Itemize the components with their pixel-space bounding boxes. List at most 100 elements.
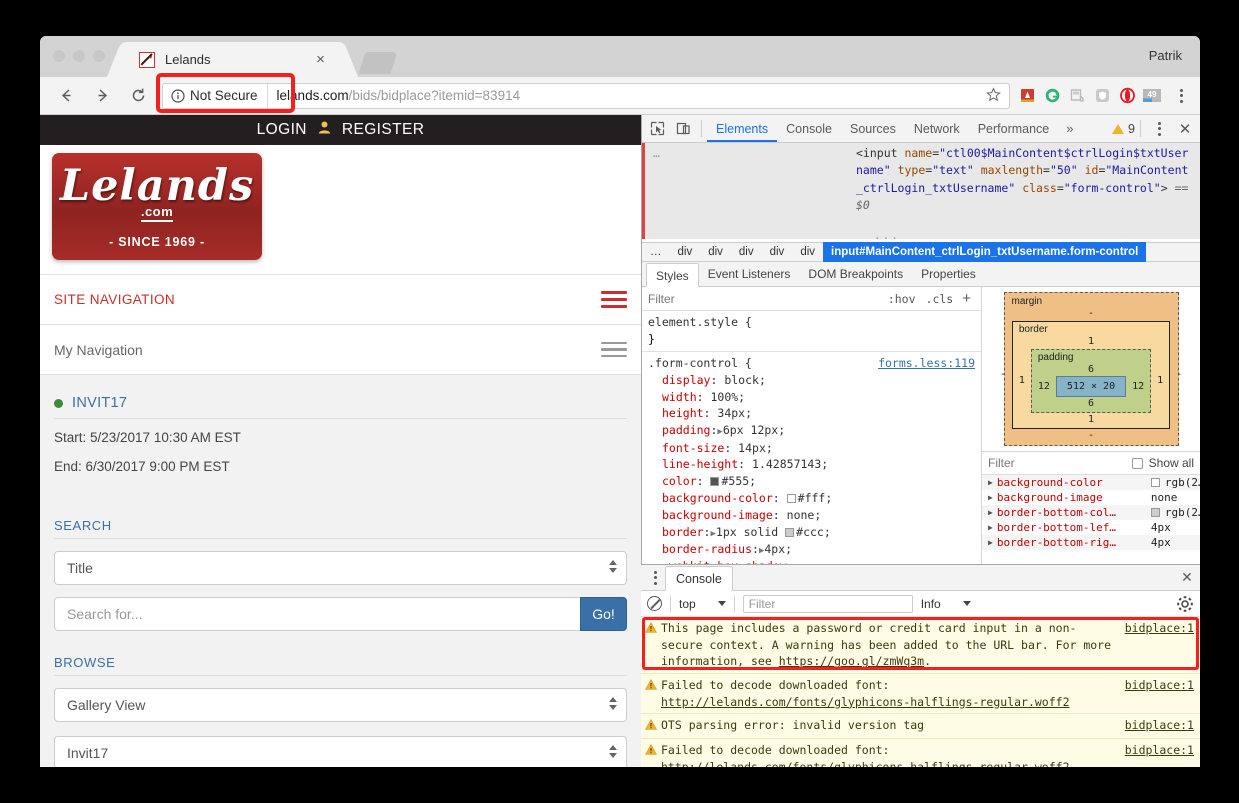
box-model-padding[interactable]: padding 6 12 512 × 20 12 6	[1030, 349, 1152, 413]
profile-name[interactable]: Patrik	[1149, 48, 1182, 63]
color-swatch[interactable]	[785, 528, 795, 538]
tab-close-icon[interactable]: ×	[313, 52, 328, 67]
devtools-tab-performance[interactable]: Performance	[969, 115, 1059, 142]
screenshot-icon[interactable]	[1066, 85, 1088, 107]
color-swatch[interactable]	[710, 477, 720, 487]
subtab-dom-breakpoints[interactable]: DOM Breakpoints	[799, 262, 912, 286]
message-link[interactable]: http://lelands.com/fonts/glyphicons-half…	[661, 695, 1070, 709]
console-message-source[interactable]: bidplace:1	[1125, 717, 1194, 735]
drawer-close-icon[interactable]: ✕	[1174, 565, 1200, 590]
css-rule-element-style[interactable]: element.style { }	[642, 314, 981, 348]
devtools-close-icon[interactable]: ✕	[1172, 116, 1198, 142]
devtools-tab-console[interactable]: Console	[777, 115, 841, 142]
console-message-source[interactable]: bidplace:1	[1125, 677, 1194, 710]
back-button[interactable]	[52, 82, 80, 110]
css-prop[interactable]: border:▶1px solid #ccc;	[648, 524, 975, 541]
cls-toggle[interactable]: .cls	[921, 292, 959, 306]
padding-right-value[interactable]: 12	[1132, 381, 1144, 392]
device-toolbar-icon[interactable]	[670, 116, 696, 142]
address-bar[interactable]: Not Secure lelands.com/bids/bidplace?ite…	[156, 72, 1010, 113]
browse-auction-select[interactable]: Invit17	[54, 735, 627, 767]
register-link[interactable]: REGISTER	[342, 121, 424, 139]
padding-top-value[interactable]: 6	[1038, 363, 1144, 376]
console-message-source[interactable]: bidplace:1	[1125, 742, 1194, 767]
browse-view-select[interactable]: Gallery View	[54, 687, 627, 722]
computed-filter-input[interactable]: Filter	[988, 456, 1126, 470]
forward-button[interactable]	[88, 82, 116, 110]
browser-menu-icon[interactable]	[1170, 83, 1192, 109]
computed-row[interactable]: ▶ border-bottom-lef… 4px	[982, 520, 1200, 535]
css-prop[interactable]: height: 34px;	[648, 405, 975, 422]
search-field-select[interactable]: Title	[54, 550, 627, 585]
console-message[interactable]: This page includes a password or credit …	[641, 617, 1200, 675]
counter-badge-icon[interactable]: 49	[1141, 85, 1163, 107]
expand-arrow-icon[interactable]: ▶	[988, 493, 993, 502]
inspect-cursor-icon[interactable]	[644, 116, 670, 142]
security-indicator-wrap[interactable]: Not Secure	[156, 72, 295, 113]
css-prop[interactable]: font-size: 14px;	[648, 440, 975, 457]
hamburger-icon[interactable]	[601, 291, 627, 308]
margin-top-value[interactable]: -	[1012, 307, 1171, 320]
breadcrumb-item[interactable]: div	[731, 242, 762, 262]
subtab-styles[interactable]: Styles	[646, 263, 699, 287]
not-secure-badge[interactable]: Not Secure	[163, 83, 268, 108]
css-source-link[interactable]: forms.less:119	[878, 355, 975, 372]
window-controls[interactable]	[53, 50, 105, 62]
auction-name[interactable]: INVIT17	[72, 395, 127, 411]
hamburger-icon[interactable]	[601, 341, 627, 358]
maximize-window-button[interactable]	[93, 50, 105, 62]
new-tab-button[interactable]	[358, 52, 398, 74]
search-input[interactable]	[54, 596, 580, 631]
dom-tree[interactable]: … <input name="ctl00$MainContent$ctrlLog…	[642, 143, 1200, 242]
devtools-tab-elements[interactable]: Elements	[707, 115, 778, 142]
css-prop[interactable]: color: #555;	[648, 473, 975, 490]
console-message-source[interactable]: bidplace:1	[1125, 620, 1194, 670]
css-prop[interactable]: padding:▶6px 12px;	[648, 422, 975, 439]
login-link[interactable]: LOGIN	[257, 121, 307, 139]
color-swatch[interactable]	[1150, 478, 1160, 487]
margin-right-value[interactable]: -	[1176, 369, 1182, 380]
clear-console-icon[interactable]	[647, 596, 662, 611]
subtab-properties[interactable]: Properties	[912, 262, 985, 286]
shield-icon[interactable]	[1091, 85, 1113, 107]
expand-arrow-icon[interactable]: ▶	[988, 478, 993, 487]
console-level-select[interactable]: Info	[921, 597, 971, 611]
color-swatch[interactable]	[786, 494, 796, 504]
computed-row[interactable]: ▶ border-bottom-rig… 4px	[982, 535, 1200, 550]
border-top-value[interactable]: 1	[1019, 335, 1163, 348]
lelands-logo[interactable]: Lelands .com - SINCE 1969 -	[52, 153, 262, 260]
hov-toggle[interactable]: :hov	[883, 292, 921, 306]
devtools-menu-icon[interactable]	[1149, 121, 1169, 136]
devtools-tab-network[interactable]: Network	[905, 115, 969, 142]
margin-left-value[interactable]: -	[1000, 369, 1006, 380]
padding-left-value[interactable]: 12	[1038, 381, 1050, 392]
styles-filter-input[interactable]: Filter	[648, 292, 883, 306]
breadcrumb-item[interactable]: div	[762, 242, 793, 262]
expand-arrow-icon[interactable]: ▶	[988, 523, 993, 532]
css-prop[interactable]: background-image: none;	[648, 507, 975, 524]
breadcrumb-item[interactable]: …	[642, 242, 670, 262]
console-filter-input[interactable]: Filter	[742, 594, 913, 613]
css-prop[interactable]: background-color: #fff;	[648, 490, 975, 507]
computed-row[interactable]: ▶ background-color rgb(2…	[982, 475, 1200, 490]
minimize-window-button[interactable]	[73, 50, 85, 62]
computed-row[interactable]: ▶ background-image none	[982, 490, 1200, 505]
css-prop[interactable]: display: block;	[648, 372, 975, 389]
expand-arrow-icon[interactable]: ▶	[988, 538, 993, 547]
devtools-tab-sources[interactable]: Sources	[841, 115, 905, 142]
border-right-value[interactable]: 1	[1157, 375, 1163, 386]
browser-tab[interactable]: Lelands ×	[125, 42, 340, 77]
breadcrumb-item[interactable]: div	[700, 242, 731, 262]
more-tabs-icon[interactable]: »	[1058, 121, 1081, 136]
new-style-rule-button[interactable]: +	[958, 290, 975, 307]
site-navigation-row[interactable]: SITE NAVIGATION	[40, 274, 641, 324]
gear-icon[interactable]	[1176, 595, 1194, 613]
box-model-diagram[interactable]: margin - - border 1 1 padding 6 12 512 ×…	[982, 287, 1200, 452]
grammarly-icon[interactable]	[1041, 85, 1063, 107]
message-link[interactable]: https://goo.gl/zmWq3m	[779, 654, 924, 668]
css-prop[interactable]: border-radius:▶4px;	[648, 541, 975, 558]
console-message[interactable]: Failed to decode downloaded font: http:/…	[641, 739, 1200, 767]
box-model-content-size[interactable]: 512 × 20	[1055, 376, 1127, 397]
star-icon[interactable]	[984, 86, 1003, 106]
console-context-select[interactable]: top	[679, 597, 726, 611]
